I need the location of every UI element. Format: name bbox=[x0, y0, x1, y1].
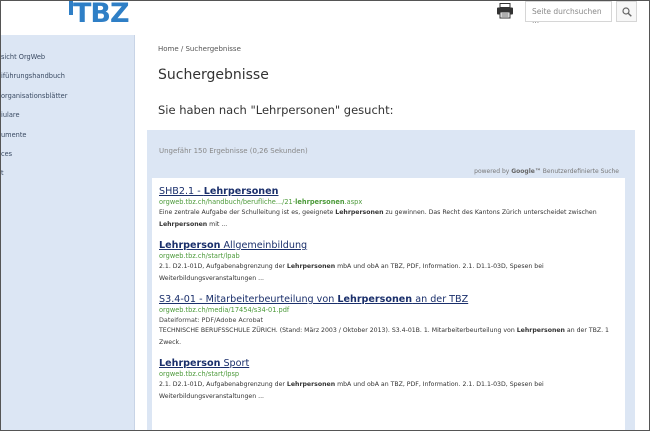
result-url: orgweb.tbz.ch/handbuch/berufliche.../21-… bbox=[159, 198, 363, 206]
result-url: orgweb.tbz.ch/start/lpsp bbox=[159, 370, 240, 378]
result-title-link[interactable]: Lehrperson Sport bbox=[159, 358, 618, 369]
search-result: S3.4-01 - Mitarbeiterbeurteilung von Leh… bbox=[159, 294, 618, 349]
sidebar-item-documents[interactable]: umente bbox=[1, 129, 134, 148]
search-result: Lehrperson Sport orgweb.tbz.ch/start/lps… bbox=[159, 358, 618, 403]
result-snippet: 2.1. D2.1-01D, Aufgabenabgrenzung der Le… bbox=[159, 263, 544, 270]
sidebar-nav: sicht OrgWeb iführungshandbuch organisat… bbox=[1, 35, 134, 187]
sidebar-item-other[interactable]: t bbox=[1, 167, 134, 186]
sidebar-item-overview[interactable]: sicht OrgWeb bbox=[1, 51, 134, 70]
sidebar: sicht OrgWeb iführungshandbuch organisat… bbox=[1, 35, 135, 430]
result-url: orgweb.tbz.ch/media/17454/s34-01.pdf bbox=[159, 306, 290, 314]
sidebar-item-org-sheets[interactable]: organisationsblätter bbox=[1, 90, 134, 109]
result-snippet: Eine zentrale Aufgabe der Schulleitung i… bbox=[159, 209, 597, 216]
browser-frame: TBZ Seite durchsuchen ... sicht OrgWeb i… bbox=[0, 0, 650, 431]
result-snippet: TECHNISCHE BERUFSSCHULE ZÜRICH. (Stand: … bbox=[159, 327, 609, 334]
google-logo: Google™ bbox=[511, 168, 541, 175]
page-title: Suchergebnisse bbox=[158, 67, 269, 83]
sidebar-item-handbook[interactable]: iführungshandbuch bbox=[1, 70, 134, 89]
powered-by-google: powered by Google™ Benutzerdefinierte Su… bbox=[474, 168, 619, 175]
powered-by-label: powered by bbox=[474, 168, 510, 175]
result-snippet: 2.1. D2.1-01D, Aufgabenabgrenzung der Le… bbox=[159, 381, 544, 388]
print-icon[interactable] bbox=[496, 3, 514, 19]
result-snippet-line2: Zweck. bbox=[159, 339, 182, 346]
result-url: orgweb.tbz.ch/start/lpab bbox=[159, 252, 240, 260]
sidebar-item-services[interactable]: ces bbox=[1, 148, 134, 167]
tbz-logo[interactable]: TBZ bbox=[69, 0, 139, 29]
result-snippet-line2: Lehrpersonen mit ... bbox=[159, 221, 228, 228]
sidebar-item-forms[interactable]: iulare bbox=[1, 109, 134, 128]
custom-search-label: Benutzerdefinierte Suche bbox=[542, 168, 619, 175]
search-subtitle: Sie haben nach "Lehrpersonen" gesucht: bbox=[158, 103, 394, 117]
svg-text:TBZ: TBZ bbox=[73, 0, 129, 29]
search-icon bbox=[621, 2, 632, 21]
result-snippet-line2: Weiterbildungsveranstaltungen ... bbox=[159, 393, 265, 400]
site-header: TBZ Seite durchsuchen ... bbox=[1, 1, 649, 35]
search-button[interactable] bbox=[616, 1, 637, 22]
results-list: SHB2.1 - Lehrpersonen orgweb.tbz.ch/hand… bbox=[152, 178, 625, 430]
results-panel: Ungefähr 150 Ergebnisse (0,26 Sekunden) … bbox=[147, 130, 635, 430]
result-title-link[interactable]: Lehrperson Allgemeinbildung bbox=[159, 240, 618, 251]
breadcrumb[interactable]: Home / Suchergebnisse bbox=[158, 45, 241, 53]
result-snippet-line2: Weiterbildungsveranstaltungen ... bbox=[159, 275, 265, 282]
results-count: Ungefähr 150 Ergebnisse (0,26 Sekunden) bbox=[159, 147, 308, 155]
search-result: SHB2.1 - Lehrpersonen orgweb.tbz.ch/hand… bbox=[159, 186, 618, 231]
result-title-link[interactable]: SHB2.1 - Lehrpersonen bbox=[159, 186, 618, 197]
result-file-format: Dateiformat: PDF/Adobe Acrobat bbox=[159, 316, 264, 324]
result-title-link[interactable]: S3.4-01 - Mitarbeiterbeurteilung von Leh… bbox=[159, 294, 618, 305]
search-result: Lehrperson Allgemeinbildung orgweb.tbz.c… bbox=[159, 240, 618, 285]
search-input[interactable]: Seite durchsuchen ... bbox=[525, 1, 612, 25]
